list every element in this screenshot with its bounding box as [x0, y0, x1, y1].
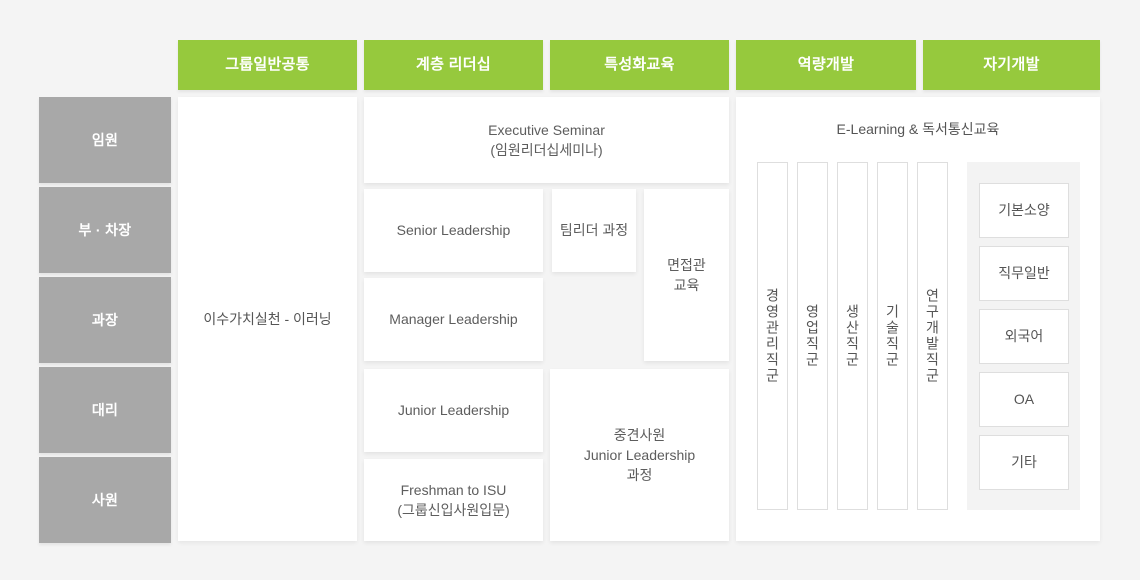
card-senior-leadership[interactable]: Senior Leadership [364, 189, 543, 272]
card-freshman-to-isu[interactable]: Freshman to ISU (그룹신입사원입문) [364, 459, 543, 541]
job-family-label: 생산직군 [844, 304, 861, 368]
self-development-chip-basic-literacy[interactable]: 기본소양 [979, 183, 1069, 238]
card-label: Manager Leadership [389, 311, 518, 328]
level-chip-label: 과장 [91, 311, 119, 328]
competency-panel-caption: E-Learning & 독서통신교육 [836, 120, 1000, 137]
education-curriculum-matrix: 그룹일반공통 계층 리더십 특성화교육 역량개발 자기개발 임원 부 · 차장 … [0, 0, 1140, 580]
card-executive-seminar[interactable]: Executive Seminar (임원리더십세미나) [364, 97, 729, 183]
level-chip-executive[interactable]: 임원 [39, 97, 171, 183]
job-family-label: 기술직군 [884, 304, 901, 368]
card-junior-leadership[interactable]: Junior Leadership [364, 369, 543, 452]
chip-label: 기타 [1011, 454, 1037, 471]
self-development-chip-etc[interactable]: 기타 [979, 435, 1069, 490]
level-chip-assistant[interactable]: 대리 [39, 367, 171, 453]
job-family-label: 영업직군 [804, 304, 821, 368]
card-line-3: 과정 [626, 467, 653, 484]
self-development-chip-oa[interactable]: OA [979, 372, 1069, 427]
chip-label: OA [1013, 391, 1035, 408]
category-header-label: 역량개발 [797, 56, 855, 74]
card-line-2: Junior Leadership [583, 446, 696, 463]
panel-group-common: 이수가치실천 - 이러닝 [178, 97, 357, 541]
card-manager-leadership[interactable]: Manager Leadership [364, 278, 543, 361]
card-line-1: Freshman to ISU [400, 481, 507, 498]
card-interviewer-training[interactable]: 면접관 교육 [644, 189, 729, 361]
job-family-column-sales[interactable]: 영업직군 [797, 162, 828, 510]
job-family-column-rnd[interactable]: 연구개발직군 [917, 162, 948, 510]
category-header-specialized[interactable]: 특성화교육 [550, 40, 729, 90]
job-family-label: 경영관리직군 [764, 288, 781, 384]
card-line-1: Executive Seminar [488, 121, 605, 138]
card-line-2: (임원리더십세미나) [490, 142, 603, 158]
card-line-1: 중견사원 [613, 426, 666, 443]
card-label: Junior Leadership [397, 402, 510, 419]
category-header-label: 특성화교육 [604, 56, 675, 74]
level-chip-deputy[interactable]: 부 · 차장 [39, 187, 171, 273]
job-family-column-production[interactable]: 생산직군 [837, 162, 868, 510]
card-line-2: 교육 [673, 277, 700, 293]
level-chip-staff[interactable]: 사원 [39, 457, 171, 543]
level-chip-label: 대리 [91, 401, 119, 418]
card-line-2: (그룹신입사원입문) [397, 502, 510, 518]
category-header-group-common[interactable]: 그룹일반공통 [178, 40, 357, 90]
category-header-competency[interactable]: 역량개발 [736, 40, 916, 90]
card-team-leader-course[interactable]: 팀리더 과정 [552, 189, 636, 272]
self-development-chip-job-general[interactable]: 직무일반 [979, 246, 1069, 301]
category-header-self-development[interactable]: 자기개발 [923, 40, 1100, 90]
job-family-column-technical[interactable]: 기술직군 [877, 162, 908, 510]
category-header-label: 그룹일반공통 [225, 56, 310, 74]
category-header-label: 자기개발 [983, 56, 1040, 74]
chip-label: 직무일반 [998, 265, 1050, 282]
card-line-1: 면접관 [667, 256, 706, 273]
card-label: Senior Leadership [396, 222, 511, 239]
job-family-column-management[interactable]: 경영관리직군 [757, 162, 788, 510]
level-chip-label: 사원 [91, 491, 119, 508]
competency-panel-caption-wrap: E-Learning & 독서통신교육 [736, 110, 1100, 148]
level-chip-label: 임원 [91, 131, 119, 148]
chip-label: 기본소양 [998, 202, 1050, 219]
level-chip-label: 부 · 차장 [78, 221, 132, 238]
card-mid-level-junior-leadership[interactable]: 중견사원 Junior Leadership 과정 [550, 369, 729, 541]
level-chip-manager[interactable]: 과장 [39, 277, 171, 363]
chip-label: 외국어 [1004, 328, 1044, 345]
category-header-tiered-leadership[interactable]: 계층 리더십 [364, 40, 543, 90]
job-family-label: 연구개발직군 [924, 288, 941, 384]
card-label: 팀리더 과정 [559, 222, 629, 239]
group-common-center-label: 이수가치실천 - 이러닝 [203, 310, 332, 327]
self-development-chip-foreign-language[interactable]: 외국어 [979, 309, 1069, 364]
category-header-label: 계층 리더십 [416, 56, 491, 74]
